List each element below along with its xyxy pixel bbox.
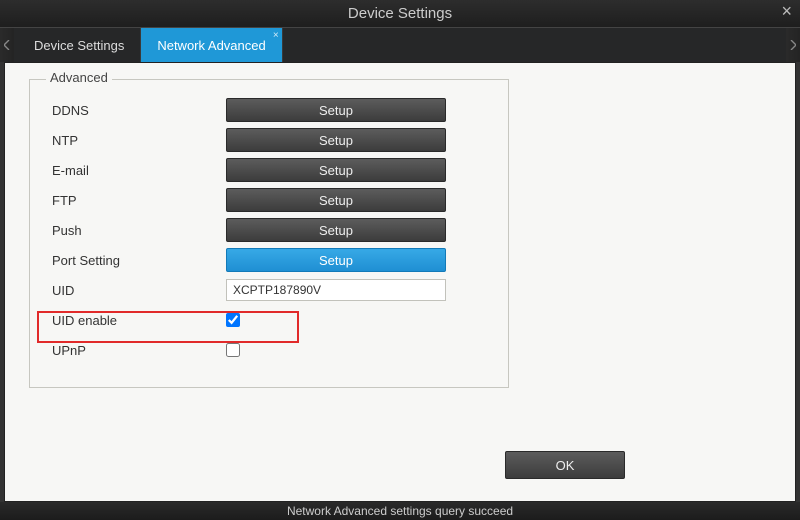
group-legend: Advanced <box>46 70 112 85</box>
chevron-left-icon <box>4 40 10 50</box>
label-ftp: FTP <box>46 193 226 208</box>
row-ntp: NTP Setup <box>46 125 482 155</box>
setup-ntp-button[interactable]: Setup <box>226 128 446 152</box>
row-uid: UID XCPTP187890V <box>46 275 482 305</box>
advanced-group: Advanced DDNS Setup NTP Setup E-mail Set… <box>29 79 509 388</box>
row-ddns: DDNS Setup <box>46 95 482 125</box>
uid-enable-checkbox[interactable] <box>226 313 240 327</box>
setup-push-button[interactable]: Setup <box>226 218 446 242</box>
uid-value-field: XCPTP187890V <box>226 279 446 301</box>
row-email: E-mail Setup <box>46 155 482 185</box>
row-push: Push Setup <box>46 215 482 245</box>
label-port-setting: Port Setting <box>46 253 226 268</box>
label-ntp: NTP <box>46 133 226 148</box>
label-upnp: UPnP <box>46 343 226 358</box>
row-upnp: UPnP <box>46 335 482 365</box>
status-bar: Network Advanced settings query succeed <box>0 502 800 520</box>
close-icon[interactable]: × <box>781 2 792 20</box>
ok-bar: OK <box>505 451 625 479</box>
tab-network-advanced[interactable]: Network Advanced × <box>141 28 282 62</box>
tab-row: Device Settings Network Advanced × <box>0 28 800 62</box>
row-ftp: FTP Setup <box>46 185 482 215</box>
tab-label: Network Advanced <box>157 38 265 53</box>
tabs-scroll-left[interactable] <box>0 28 14 62</box>
setup-email-button[interactable]: Setup <box>226 158 446 182</box>
status-text: Network Advanced settings query succeed <box>287 504 513 518</box>
label-uid: UID <box>46 283 226 298</box>
label-email: E-mail <box>46 163 226 178</box>
window-title: Device Settings <box>348 5 452 22</box>
label-ddns: DDNS <box>46 103 226 118</box>
setup-ddns-button[interactable]: Setup <box>226 98 446 122</box>
label-uid-enable: UID enable <box>46 313 226 328</box>
title-bar: Device Settings × <box>0 0 800 28</box>
content-area: Advanced DDNS Setup NTP Setup E-mail Set… <box>4 62 796 502</box>
ok-button[interactable]: OK <box>505 451 625 479</box>
tabs-scroll-right[interactable] <box>786 28 800 62</box>
label-push: Push <box>46 223 226 238</box>
row-uid-enable: UID enable <box>46 305 482 335</box>
setup-port-button[interactable]: Setup <box>226 248 446 272</box>
tab-close-icon[interactable]: × <box>273 30 279 41</box>
chevron-right-icon <box>790 40 796 50</box>
setup-ftp-button[interactable]: Setup <box>226 188 446 212</box>
tab-device-settings[interactable]: Device Settings <box>18 28 141 62</box>
row-port-setting: Port Setting Setup <box>46 245 482 275</box>
upnp-checkbox[interactable] <box>226 343 240 357</box>
tab-label: Device Settings <box>34 38 124 53</box>
